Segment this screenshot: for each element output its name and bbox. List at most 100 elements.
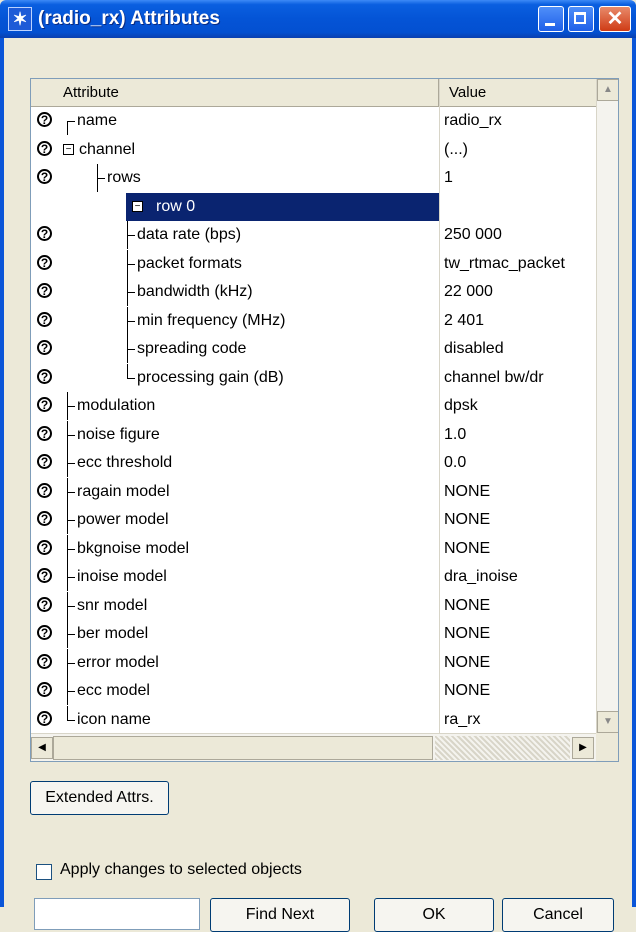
- horizontal-scrollbar[interactable]: ◀ ▶: [31, 733, 596, 761]
- attribute-value[interactable]: ra_rx: [444, 711, 480, 729]
- attribute-value[interactable]: dpsk: [444, 397, 478, 415]
- find-next-button[interactable]: Find Next: [210, 898, 350, 932]
- help-icon[interactable]: ?: [37, 311, 52, 327]
- attribute-row[interactable]: ? processing gain (dB) channel bw/dr: [31, 363, 596, 393]
- attribute-row[interactable]: ? ragain model NONE: [31, 477, 596, 507]
- close-button[interactable]: ✕: [599, 6, 631, 32]
- help-icon[interactable]: ?: [37, 368, 52, 384]
- help-icon[interactable]: ?: [37, 596, 52, 612]
- vertical-scrollbar[interactable]: ▲ ▼: [596, 79, 618, 733]
- attribute-row[interactable]: ? bkgnoise model NONE: [31, 534, 596, 564]
- ok-button[interactable]: OK: [374, 898, 494, 932]
- help-icon[interactable]: ?: [37, 482, 52, 498]
- help-icon[interactable]: ?: [37, 625, 52, 640]
- help-icon[interactable]: ?: [37, 454, 52, 469]
- attribute-value[interactable]: 250 000: [444, 226, 502, 244]
- maximize-button[interactable]: [568, 6, 594, 32]
- attribute-row[interactable]: ? inoise model dra_inoise: [31, 563, 596, 592]
- help-icon[interactable]: ?: [37, 397, 52, 412]
- attribute-grid[interactable]: Attribute Value ? name radio_rx? − channel (.…: [30, 78, 619, 762]
- title-bar[interactable]: ✶ (radio_rx) Attributes ✕: [0, 0, 636, 38]
- attribute-label: name: [77, 112, 118, 129]
- attribute-label: ragain model: [77, 482, 170, 500]
- attribute-row[interactable]: ? error model NONE: [31, 648, 596, 678]
- attribute-row[interactable]: ? modulation dpsk: [31, 392, 596, 421]
- attribute-value[interactable]: (...): [444, 141, 468, 159]
- attribute-row[interactable]: ? packet formats tw_rtmac_packet: [31, 249, 596, 279]
- scroll-down-arrow-icon[interactable]: ▼: [597, 711, 618, 733]
- scroll-up-arrow-icon[interactable]: ▲: [597, 79, 618, 101]
- help-icon[interactable]: ?: [37, 425, 52, 441]
- attribute-row[interactable]: ? ecc model NONE: [31, 677, 596, 706]
- attribute-value[interactable]: dra_inoise: [444, 568, 518, 586]
- help-icon[interactable]: ?: [37, 511, 52, 526]
- horizontal-scroll-track[interactable]: [435, 736, 570, 760]
- minimize-button[interactable]: [538, 6, 564, 32]
- help-icon[interactable]: ?: [37, 710, 52, 726]
- attribute-row[interactable]: − row 0: [31, 192, 596, 222]
- help-icon[interactable]: ?: [37, 539, 52, 555]
- attribute-value[interactable]: 2 401: [444, 312, 484, 330]
- attribute-value[interactable]: channel bw/dr: [444, 369, 544, 387]
- attribute-label: modulation: [77, 397, 156, 414]
- attribute-row[interactable]: ? bandwidth (kHz) 22 000: [31, 278, 596, 307]
- attribute-row[interactable]: ? snr model NONE: [31, 591, 596, 621]
- attribute-value[interactable]: NONE: [444, 654, 490, 672]
- column-header-attribute-label: Attribute: [63, 84, 119, 101]
- attribute-value[interactable]: NONE: [444, 625, 490, 643]
- attribute-row[interactable]: ? rows 1: [31, 164, 596, 193]
- help-icon[interactable]: ?: [37, 340, 52, 355]
- scroll-left-arrow-icon[interactable]: ◀: [31, 737, 53, 759]
- attribute-label: channel: [79, 140, 136, 158]
- attribute-value[interactable]: 22 000: [444, 283, 493, 301]
- attribute-value[interactable]: NONE: [444, 597, 490, 615]
- attribute-row[interactable]: ? name radio_rx: [31, 107, 596, 136]
- attribute-value[interactable]: disabled: [444, 340, 504, 358]
- attribute-value[interactable]: NONE: [444, 540, 490, 558]
- attribute-row[interactable]: ? spreading code disabled: [31, 335, 596, 364]
- minimize-icon: [545, 23, 555, 26]
- maximize-icon: [574, 12, 586, 24]
- attribute-value[interactable]: tw_rtmac_packet: [444, 255, 565, 273]
- attribute-row[interactable]: ? min frequency (MHz) 2 401: [31, 306, 596, 336]
- attribute-row[interactable]: ? noise figure 1.0: [31, 420, 596, 450]
- attribute-value[interactable]: 1.0: [444, 426, 466, 444]
- attribute-value[interactable]: NONE: [444, 511, 490, 529]
- help-icon[interactable]: ?: [37, 112, 52, 127]
- attribute-row[interactable]: ? icon name ra_rx: [31, 705, 596, 735]
- attribute-value[interactable]: radio_rx: [444, 112, 502, 130]
- collapse-icon[interactable]: −: [63, 143, 74, 155]
- attribute-value[interactable]: 0.0: [444, 454, 466, 472]
- cancel-button[interactable]: Cancel: [502, 898, 614, 932]
- help-icon[interactable]: ?: [37, 653, 52, 669]
- scroll-right-arrow-icon[interactable]: ▶: [572, 737, 594, 759]
- help-icon[interactable]: ?: [37, 568, 52, 583]
- help-icon[interactable]: ?: [37, 140, 52, 156]
- attribute-label: min frequency (MHz): [137, 311, 286, 329]
- help-icon[interactable]: ?: [37, 682, 52, 697]
- help-icon[interactable]: ?: [37, 169, 52, 184]
- column-header-attribute[interactable]: Attribute: [31, 79, 439, 107]
- attribute-row[interactable]: ? ecc threshold 0.0: [31, 449, 596, 478]
- attribute-value[interactable]: NONE: [444, 682, 490, 700]
- find-next-label: Find Next: [245, 906, 315, 923]
- attribute-row[interactable]: ? − channel (...): [31, 136, 596, 165]
- attribute-row[interactable]: ? data rate (bps) 250 000: [31, 221, 596, 250]
- extended-attrs-button[interactable]: Extended Attrs.: [30, 781, 169, 815]
- apply-changes-checkbox[interactable]: [36, 864, 52, 880]
- attribute-label: bandwidth (kHz): [137, 283, 253, 300]
- help-icon[interactable]: ?: [37, 254, 52, 270]
- horizontal-scroll-thumb[interactable]: [53, 736, 433, 760]
- column-header-value[interactable]: Value: [439, 79, 596, 107]
- attribute-row[interactable]: ? power model NONE: [31, 506, 596, 535]
- help-icon[interactable]: ?: [37, 226, 52, 241]
- collapse-icon[interactable]: −: [132, 200, 143, 212]
- attribute-row[interactable]: ? ber model NONE: [31, 620, 596, 649]
- help-icon[interactable]: ?: [37, 283, 52, 298]
- apply-changes-label[interactable]: Apply changes to selected objects: [60, 861, 302, 879]
- attribute-value[interactable]: 1: [444, 169, 453, 187]
- attribute-label: inoise model: [77, 568, 167, 585]
- find-input[interactable]: [34, 898, 200, 930]
- extended-attrs-label: Extended Attrs.: [45, 789, 154, 806]
- attribute-value[interactable]: NONE: [444, 483, 490, 501]
